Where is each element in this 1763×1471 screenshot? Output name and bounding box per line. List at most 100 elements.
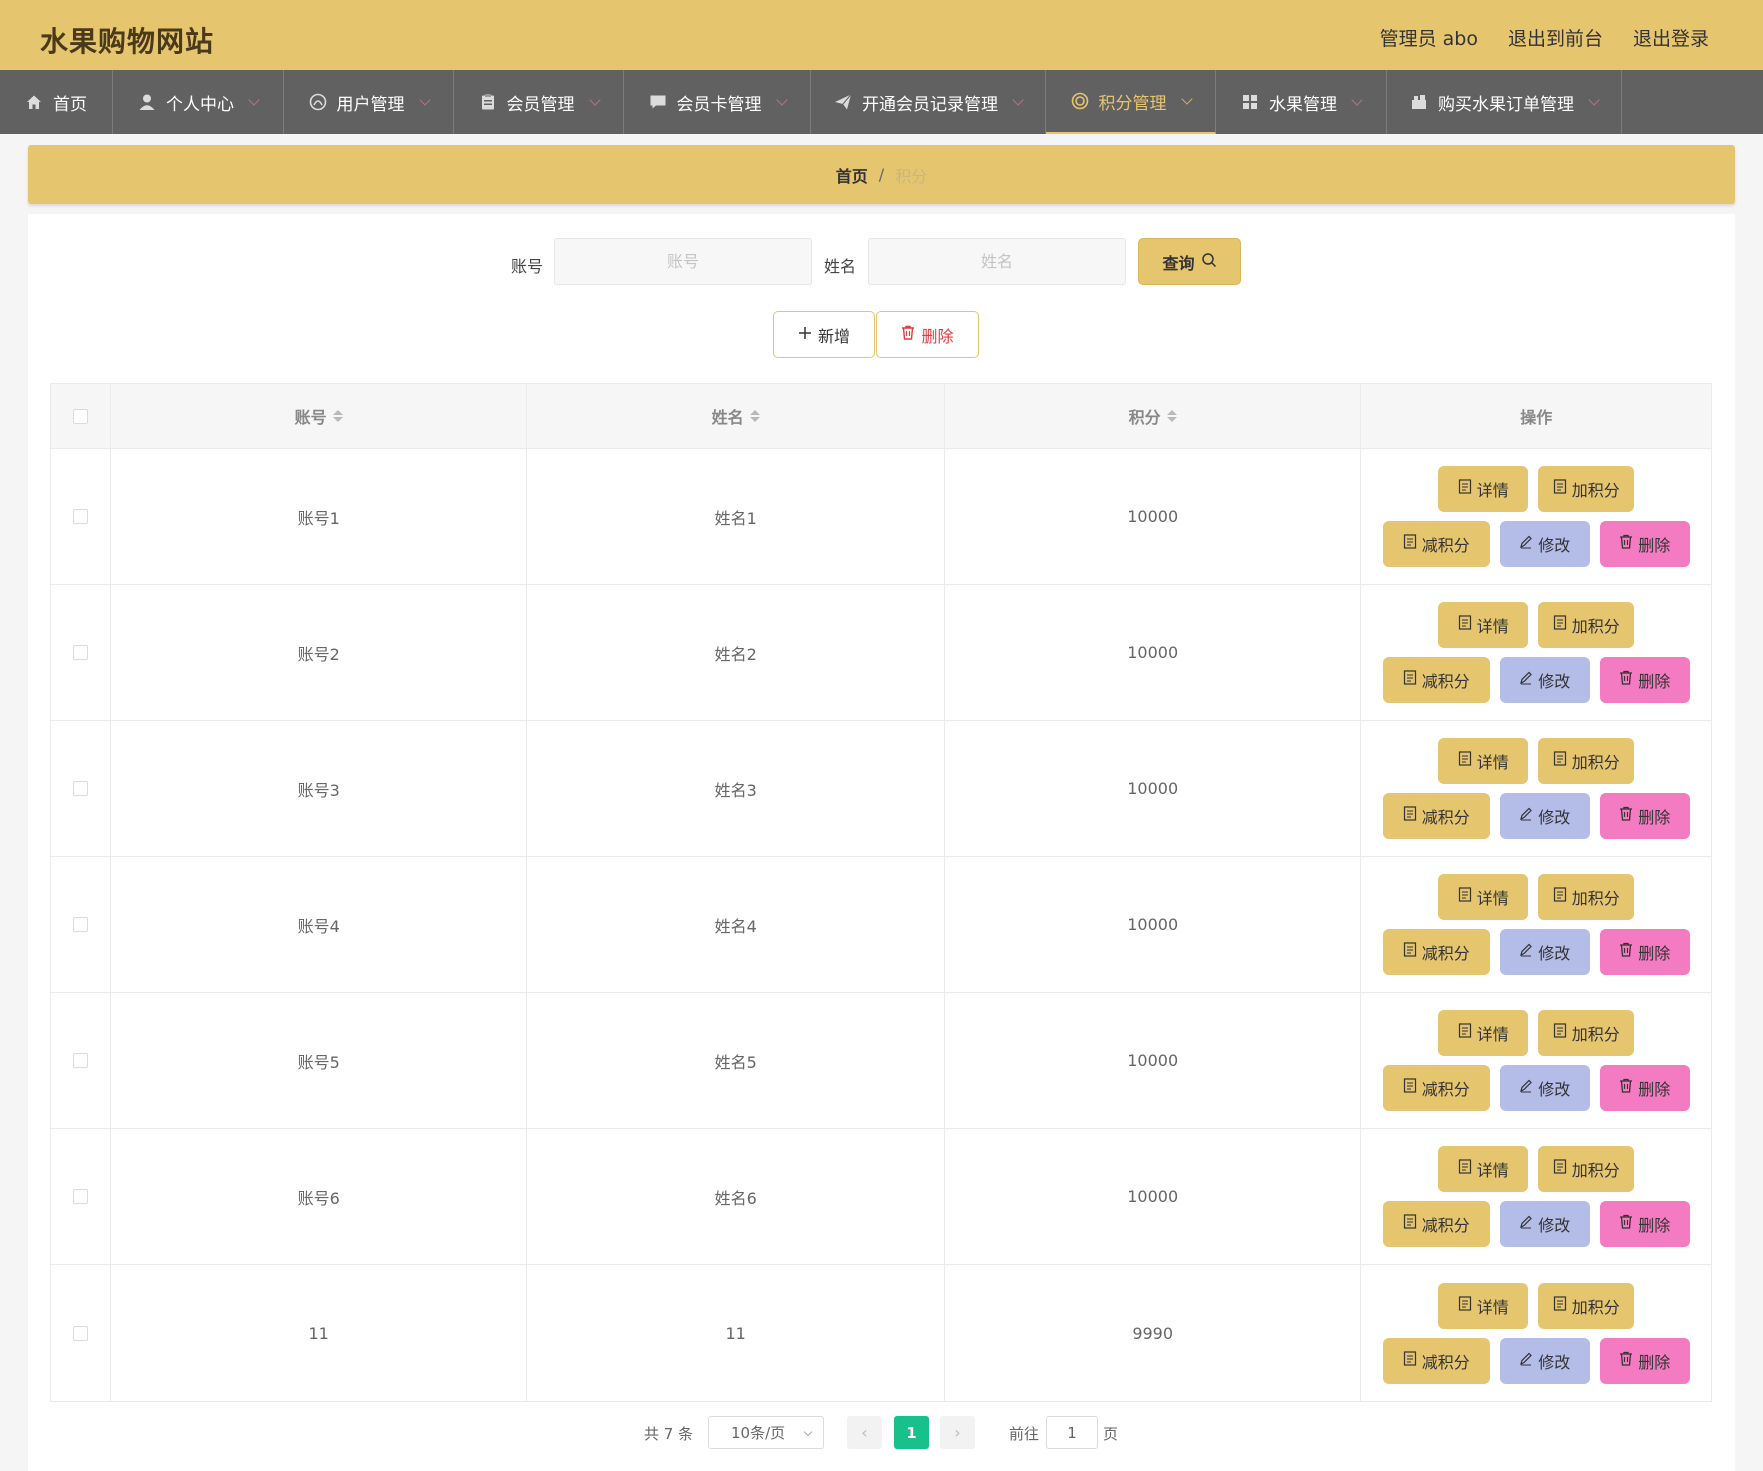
account-search-input[interactable] <box>554 238 812 285</box>
document-icon <box>1458 751 1472 771</box>
header-points[interactable]: 积分 <box>945 384 1362 448</box>
row-checkbox[interactable] <box>72 1325 88 1341</box>
delete-button[interactable]: 删除 <box>1599 929 1690 975</box>
logout-link[interactable]: 退出登录 <box>1633 24 1709 51</box>
cell-ops: 详情 加积分 减积分 修改 删除 <box>1361 585 1711 720</box>
page-number-current[interactable]: 1 <box>894 1416 929 1449</box>
row-checkbox[interactable] <box>72 917 88 932</box>
add-points-button[interactable]: 加积分 <box>1538 1146 1635 1192</box>
edit-button[interactable]: 修改 <box>1499 657 1590 703</box>
nav-user-management[interactable]: 用户管理 <box>284 70 454 134</box>
query-button[interactable]: 查询 <box>1138 238 1241 285</box>
ops-row-top: 详情 加积分 <box>1438 1010 1635 1056</box>
row-checkbox[interactable] <box>72 1189 88 1204</box>
detail-button[interactable]: 详情 <box>1438 1146 1529 1192</box>
nav-points-label: 积分管理 <box>1098 93 1167 114</box>
prev-page-button[interactable]: ‹ <box>847 1416 882 1449</box>
ops-row-bottom: 减积分 修改 删除 <box>1382 657 1690 703</box>
subtract-points-label: 减积分 <box>1421 1354 1470 1372</box>
breadcrumb-home[interactable]: 首页 <box>836 163 868 187</box>
delete-button[interactable]: 删除 <box>1599 521 1690 567</box>
select-all-checkbox[interactable] <box>72 408 88 424</box>
subtract-points-button[interactable]: 减积分 <box>1382 929 1490 975</box>
row-checkbox[interactable] <box>72 509 88 524</box>
subtract-points-button[interactable]: 减积分 <box>1382 1065 1490 1111</box>
detail-button[interactable]: 详情 <box>1438 738 1529 784</box>
detail-button[interactable]: 详情 <box>1438 466 1529 512</box>
row-checkbox[interactable] <box>72 781 88 796</box>
delete-button[interactable]: 删除 <box>1599 1065 1690 1111</box>
subtract-points-button[interactable]: 减积分 <box>1382 1337 1490 1384</box>
delete-button[interactable]: 删除 <box>1599 657 1690 703</box>
name-search-input[interactable] <box>868 238 1126 285</box>
nav-points-management[interactable]: 积分管理 <box>1046 70 1216 134</box>
cell-points: 10000 <box>945 1129 1362 1264</box>
header-points-label: 积分 <box>1128 408 1161 427</box>
nav-home-label: 首页 <box>53 94 87 115</box>
cell-account: 账号6 <box>111 1129 528 1264</box>
nav-home[interactable]: 首页 <box>0 70 113 134</box>
row-checkbox[interactable] <box>72 1053 88 1068</box>
subtract-points-button[interactable]: 减积分 <box>1382 521 1490 567</box>
chevron-down-icon <box>1588 94 1600 106</box>
detail-button[interactable]: 详情 <box>1438 1282 1529 1329</box>
delete-button[interactable]: 删除 <box>1599 1201 1690 1247</box>
detail-button[interactable]: 详情 <box>1438 874 1529 920</box>
ops-row-bottom: 减积分 修改 删除 <box>1382 793 1690 839</box>
header-account[interactable]: 账号 <box>111 384 528 448</box>
page-size-select[interactable]: 10条/页 <box>708 1416 824 1449</box>
add-points-button[interactable]: 加积分 <box>1538 1282 1635 1329</box>
points-value: 10000 <box>1127 1187 1179 1206</box>
add-points-button[interactable]: 加积分 <box>1538 738 1635 784</box>
nav-fruit-management[interactable]: 水果管理 <box>1216 70 1387 134</box>
sort-icon[interactable] <box>332 410 343 422</box>
add-button[interactable]: 新增 <box>773 311 875 358</box>
add-points-button[interactable]: 加积分 <box>1538 874 1635 920</box>
pagination-total: 共 7 条 <box>644 1425 694 1443</box>
nav-membership-records[interactable]: 开通会员记录管理 <box>811 70 1046 134</box>
subtract-points-button[interactable]: 减积分 <box>1382 793 1490 839</box>
delete-button[interactable]: 删除 <box>1599 793 1690 839</box>
next-page-button[interactable]: › <box>940 1416 975 1449</box>
add-points-button[interactable]: 加积分 <box>1538 466 1635 512</box>
edit-button[interactable]: 修改 <box>1499 1065 1590 1111</box>
batch-delete-button[interactable]: 删除 <box>876 311 979 358</box>
admin-user-label[interactable]: 管理员 abo <box>1380 24 1478 51</box>
ops-row-bottom: 减积分 修改 删除 <box>1382 521 1690 567</box>
edit-label: 修改 <box>1538 538 1571 555</box>
edit-label: 修改 <box>1538 1354 1571 1372</box>
nav-member-management[interactable]: 会员管理 <box>454 70 624 134</box>
edit-button[interactable]: 修改 <box>1499 1201 1590 1247</box>
batch-delete-label: 删除 <box>921 326 954 346</box>
ops-row-top: 详情 加积分 <box>1438 602 1635 648</box>
cell-points: 10000 <box>945 857 1362 992</box>
add-points-button[interactable]: 加积分 <box>1538 1010 1635 1056</box>
sort-icon[interactable] <box>1166 410 1177 422</box>
delete-button[interactable]: 删除 <box>1599 1337 1690 1384</box>
subtract-points-button[interactable]: 减积分 <box>1382 1201 1490 1247</box>
cell-points: 10000 <box>945 721 1362 856</box>
nav-member-card-management[interactable]: 会员卡管理 <box>624 70 811 134</box>
trash-icon <box>1619 1351 1633 1371</box>
detail-button[interactable]: 详情 <box>1438 1010 1529 1056</box>
goto-page-input[interactable] <box>1046 1416 1098 1449</box>
add-points-button[interactable]: 加积分 <box>1538 602 1635 648</box>
nav-fruit-order-management[interactable]: 购买水果订单管理 <box>1387 70 1622 134</box>
subtract-points-label: 减积分 <box>1421 674 1470 691</box>
document-icon <box>1553 887 1567 907</box>
row-checkbox[interactable] <box>72 645 88 660</box>
name-value: 姓名5 <box>714 1052 757 1072</box>
edit-button[interactable]: 修改 <box>1499 929 1590 975</box>
edit-button[interactable]: 修改 <box>1499 1337 1590 1384</box>
nav-order-label: 购买水果订单管理 <box>1438 94 1574 115</box>
edit-button[interactable]: 修改 <box>1499 521 1590 567</box>
header-name[interactable]: 姓名 <box>527 384 945 448</box>
exit-to-front-link[interactable]: 退出到前台 <box>1508 24 1603 51</box>
detail-label: 详情 <box>1476 1163 1509 1180</box>
edit-button[interactable]: 修改 <box>1499 793 1590 839</box>
nav-personal-center[interactable]: 个人中心 <box>113 70 284 134</box>
sort-icon[interactable] <box>749 410 760 422</box>
cell-points: 10000 <box>945 585 1362 720</box>
detail-button[interactable]: 详情 <box>1438 602 1529 648</box>
subtract-points-button[interactable]: 减积分 <box>1382 657 1490 703</box>
